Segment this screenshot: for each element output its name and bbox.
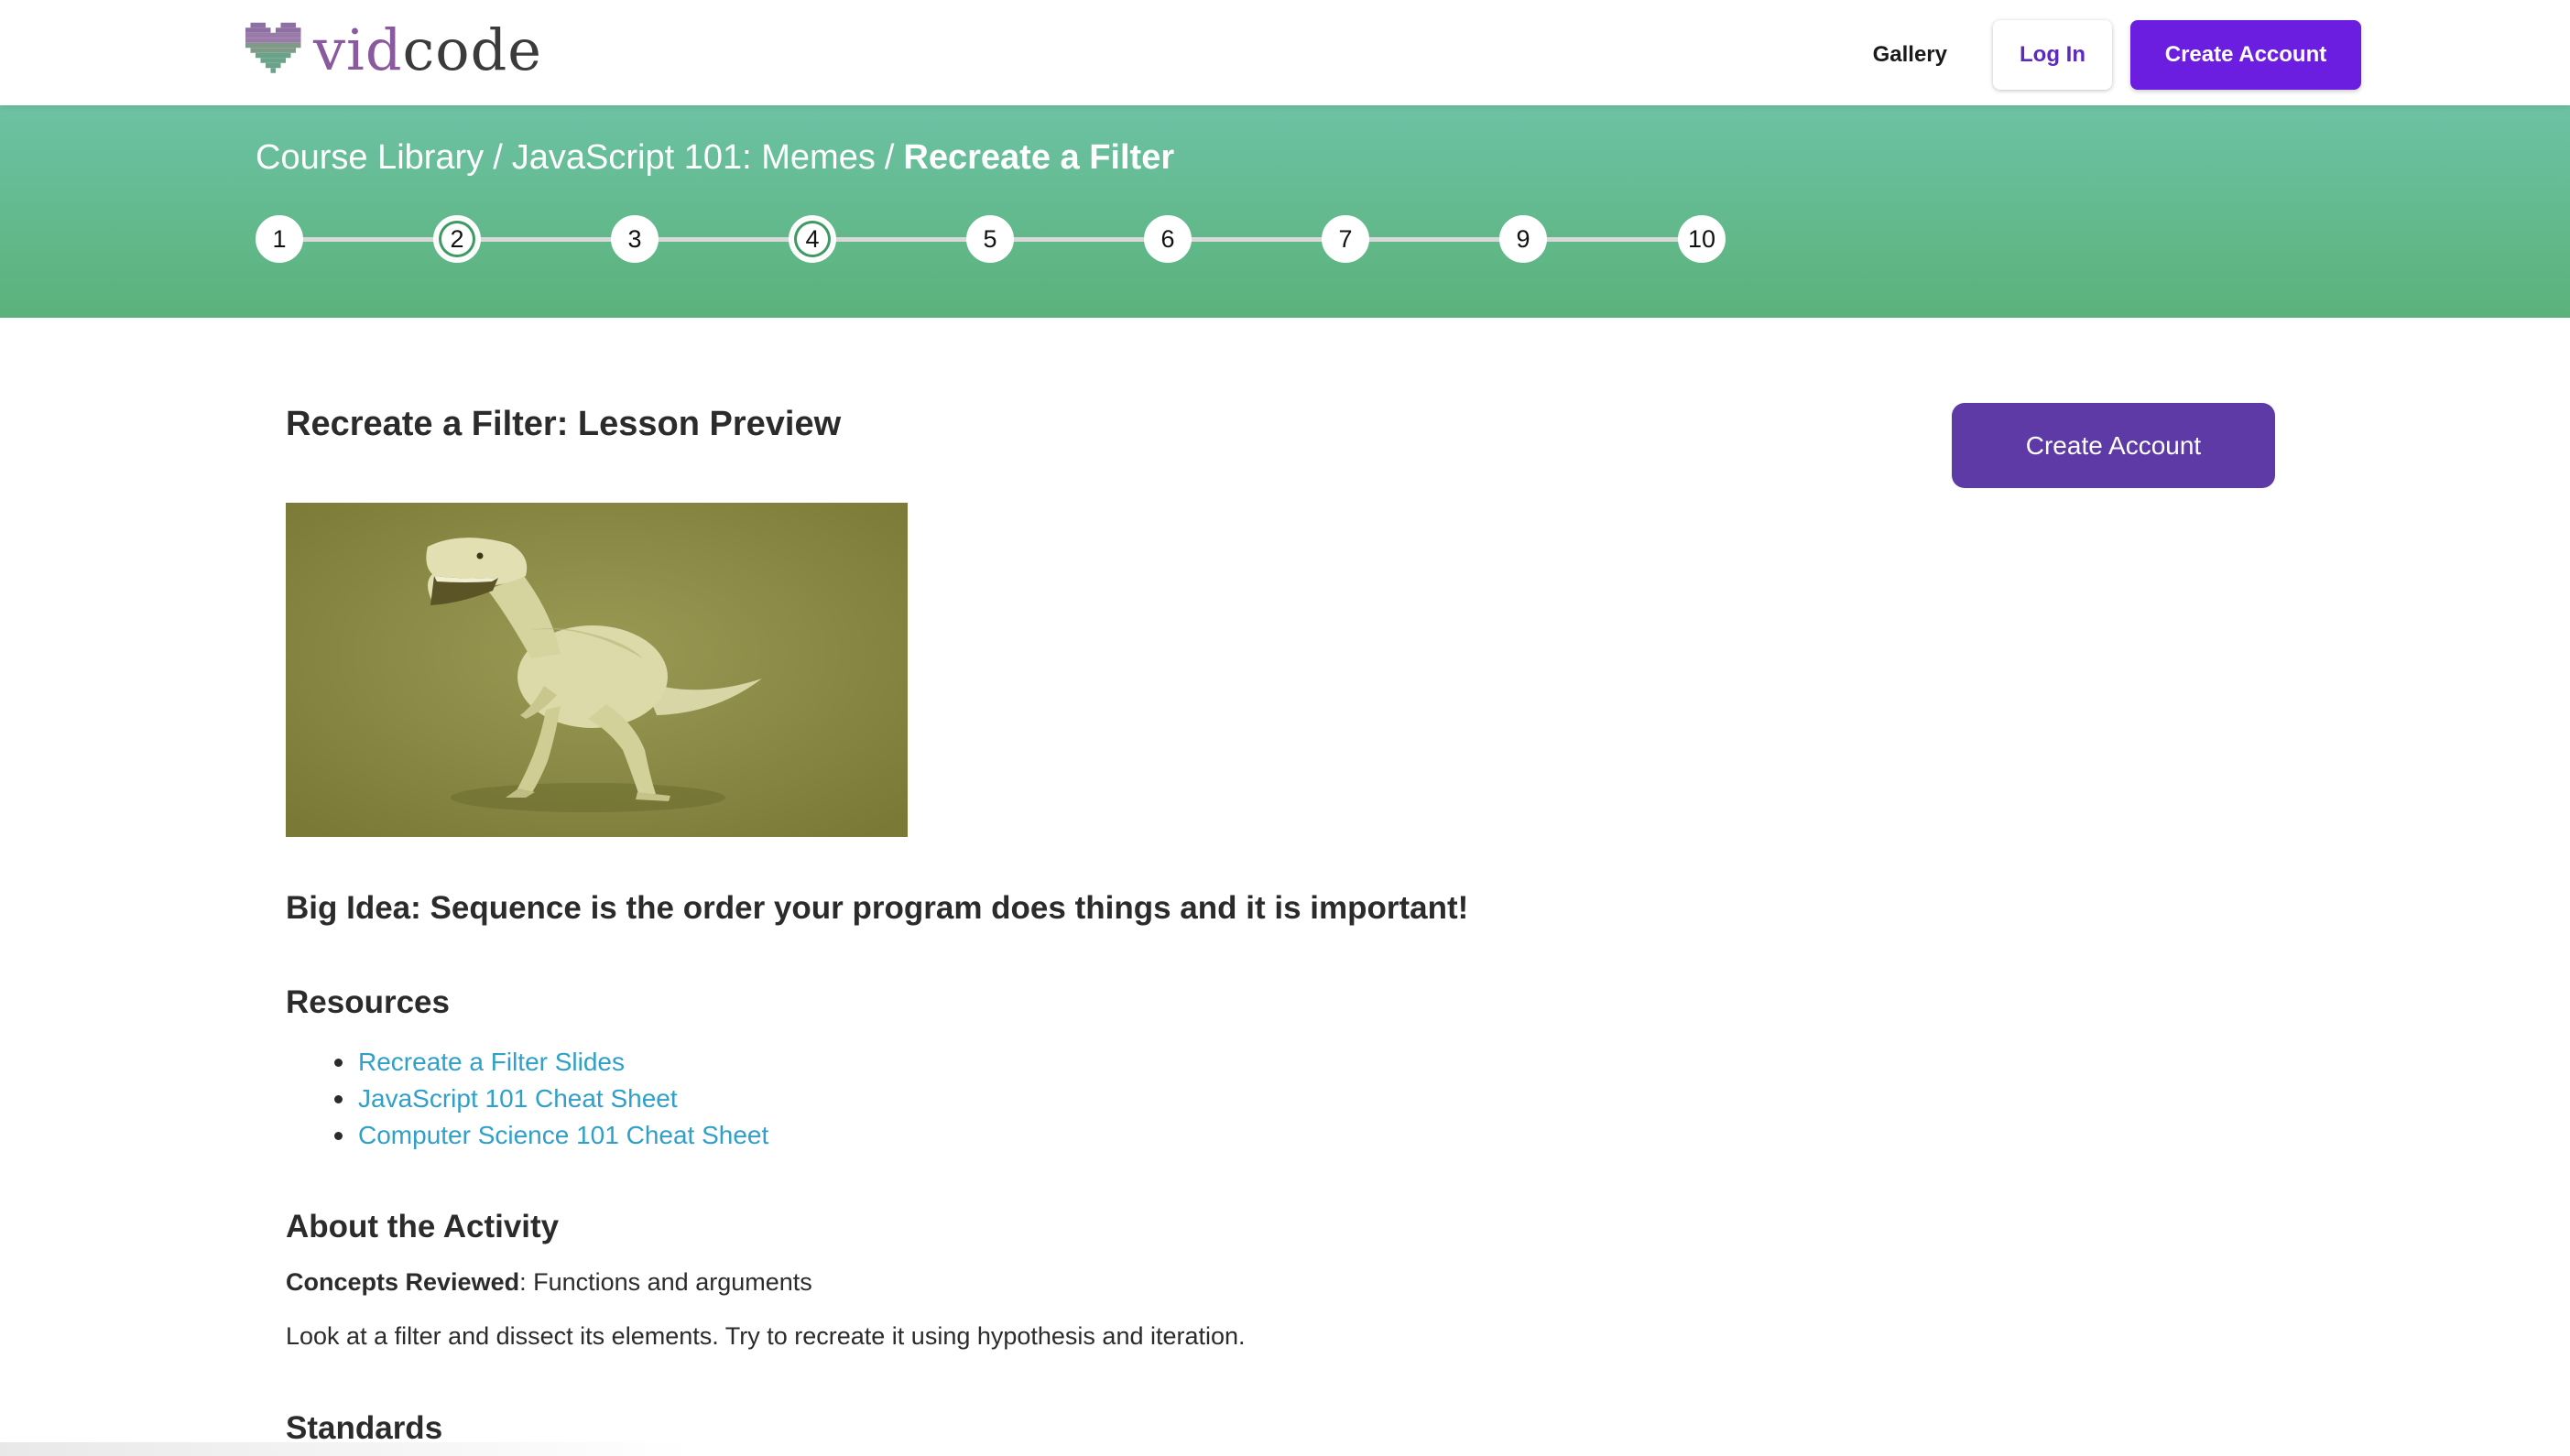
vidcode-logo[interactable]: vidcode [245,20,542,81]
step-2[interactable]: 2 [433,215,481,263]
create-account-button[interactable]: Create Account [1952,403,2275,488]
list-item: JavaScript 101 Cheat Sheet [334,1081,768,1117]
logo-wordmark-code: code [402,16,542,83]
create-account-nav-button[interactable]: Create Account [2130,20,2361,90]
bullet-icon [334,1095,343,1103]
logo-wordmark: vidcode [313,22,542,79]
activity-description: Look at a filter and dissect its element… [286,1322,1246,1350]
standards-heading: Standards [286,1410,443,1446]
step-10[interactable]: 10 [1678,215,1726,263]
list-item: Recreate a Filter Slides [334,1044,768,1081]
top-navigation: vidcode Gallery Log In Create Account [0,0,2570,105]
bullet-icon [334,1132,343,1140]
lesson-title: Recreate a Filter: Lesson Preview [286,405,842,443]
nav-actions: Gallery Log In Create Account [1873,20,2361,90]
breadcrumb-course-library[interactable]: Course Library [256,138,484,177]
concepts-value: : Functions and arguments [519,1268,812,1296]
about-activity-heading: About the Activity [286,1209,560,1244]
step-6[interactable]: 6 [1144,215,1192,263]
big-idea-heading: Big Idea: Sequence is the order your pro… [286,890,1469,926]
breadcrumb-javascript-101[interactable]: JavaScript 101: Memes [512,138,876,177]
lesson-preview-image[interactable] [286,503,908,837]
step-5[interactable]: 5 [966,215,1014,263]
dinosaur-video-thumbnail-icon [286,503,908,837]
concepts-reviewed: Concepts Reviewed: Functions and argumen… [286,1268,812,1297]
breadcrumb-separator: / [884,138,895,177]
resource-link-cs101-cheat-sheet[interactable]: Computer Science 101 Cheat Sheet [358,1121,768,1149]
step-9[interactable]: 9 [1499,215,1547,263]
step-1[interactable]: 1 [256,215,303,263]
pixel-heart-icon [245,22,301,73]
logo-wordmark-vid: vid [313,16,403,83]
lesson-content: Recreate a Filter: Lesson Preview Create… [286,318,2301,1456]
breadcrumb-current: Recreate a Filter [903,138,1175,177]
lesson-stepper: 1 2 3 4 5 6 7 9 10 [256,215,1726,263]
bullet-icon [334,1059,343,1067]
bottom-fade-divider [0,1442,696,1456]
resources-heading: Resources [286,984,450,1020]
course-banner: Course Library / JavaScript 101: Memes / Rec… [0,105,2570,318]
breadcrumb-separator: / [493,138,503,177]
login-button[interactable]: Log In [1993,20,2112,90]
gallery-link[interactable]: Gallery [1873,42,1947,68]
concepts-label: Concepts Reviewed [286,1268,520,1296]
step-3[interactable]: 3 [611,215,659,263]
list-item: Computer Science 101 Cheat Sheet [334,1117,768,1154]
resource-link-js101-cheat-sheet[interactable]: JavaScript 101 Cheat Sheet [358,1084,678,1113]
resources-list: Recreate a Filter Slides JavaScript 101 … [334,1044,768,1154]
step-7[interactable]: 7 [1322,215,1369,263]
breadcrumb: Course Library / JavaScript 101: Memes / Rec… [256,138,1174,178]
step-4[interactable]: 4 [789,215,836,263]
resource-link-filter-slides[interactable]: Recreate a Filter Slides [358,1048,625,1076]
